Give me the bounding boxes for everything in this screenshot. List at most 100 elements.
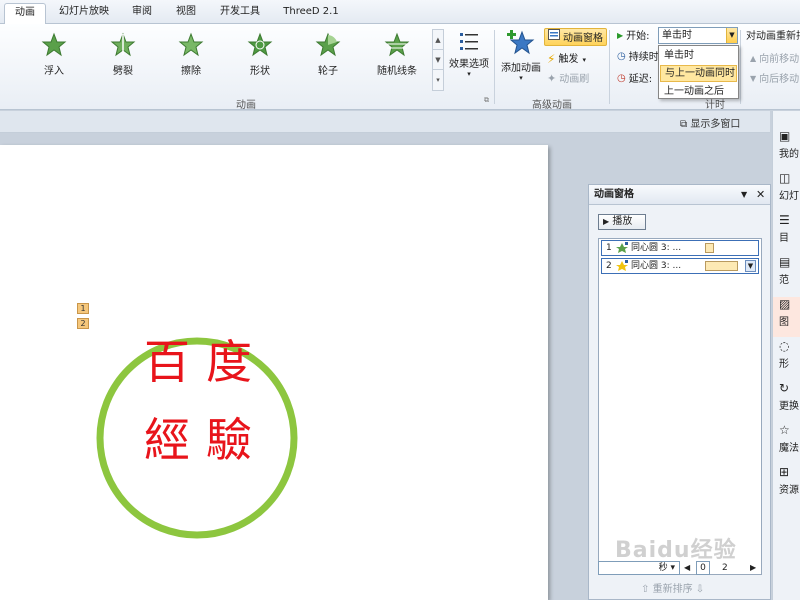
delay-label: ◷ 延迟: [617,70,652,88]
magic-icon: ☆ [779,423,790,437]
animation-pane-button[interactable]: 动画窗格 [544,28,607,46]
effect-shape[interactable]: 形状 [230,32,290,82]
add-animation-button[interactable]: 添加动画 ▾ [498,28,544,92]
watermark: Baidu经验 [615,538,737,563]
animation-list[interactable]: 1 同心圆 3: ... 2 同心圆 3: ... ▼ [598,238,762,575]
slide-icon: ◫ [779,171,791,185]
animation-pane-header: 动画窗格 ▼ ✕ [589,185,770,205]
effect-split[interactable]: 劈裂 [93,32,153,82]
timing-bar [705,261,738,271]
side-panel: ▣ 我的 ◫ 幻灯 ☰ 目 ▤ 范 ▨ 图 ◌ 形 ↻ 更换 ☆ 魔法 ⊞ 资源 [772,111,800,600]
side-item-magic[interactable]: ☆ 魔法 [773,423,800,463]
effect-float-in[interactable]: 浮入 [24,32,84,82]
chevron-down-icon[interactable]: ▼ [726,28,737,43]
start-option-with-previous[interactable]: 与上一动画同时 [660,65,737,82]
star-icon [178,32,204,57]
start-option-on-click[interactable]: 单击时 [660,47,737,64]
side-item-templates[interactable]: ▤ 范 [773,255,800,295]
duration-label: ◷ 持续时 [617,48,659,66]
shape-icon: ◌ [779,339,790,353]
window-icon: ⧉ [680,119,688,130]
chevron-down-icon[interactable]: ▼ [741,185,747,205]
animation-painter-label: 动画刷 [559,74,590,85]
animation-pane-icon [548,29,560,47]
effect-wheel[interactable]: 轮子 [298,32,358,82]
gallery-scrollbar[interactable]: ▲ ▼ ▾ [432,29,444,91]
side-item-resources[interactable]: ⊞ 资源 [773,465,800,505]
chevron-down-icon[interactable]: ▼ [745,260,756,272]
ribbon-tab-bar: 动画 幻灯片放映 审阅 视图 开发工具 ThreeD 2.1 [0,0,800,24]
start-dropdown-list: 单击时 与上一动画同时 上一动画之后 [658,45,739,99]
show-multi-window-button[interactable]: ⧉ 显示多窗口 [680,115,740,130]
chevron-down-icon: ▾ [467,70,471,78]
list-item[interactable]: 1 同心圆 3: ... [601,240,759,256]
group-separator [494,30,495,104]
side-item-shapes[interactable]: ◌ 形 [773,339,800,379]
image-icon: ▨ [779,297,791,311]
move-earlier-button[interactable]: ▲ 向前移动 [750,50,799,68]
chevron-down-icon: ▾ [582,56,586,64]
dialog-launcher-icon[interactable]: ⧉ [484,96,489,105]
effect-options-button[interactable]: 效果选项 ▾ [447,30,491,90]
seal-character: 經 [144,413,190,467]
start-label: ▶ 开始: [617,27,650,45]
gallery-more-icon[interactable]: ▾ [433,70,443,90]
side-item-replace[interactable]: ↻ 更换 [773,381,800,421]
close-icon[interactable]: ✕ [756,185,765,205]
chevron-right-icon[interactable]: ▶ [750,561,756,575]
animation-tag[interactable]: 1 [77,303,89,314]
trigger-button[interactable]: ⚡ 触发 ▾ [547,50,586,68]
triangle-down-icon: ▼ [750,74,757,83]
animation-painter-button[interactable]: ✦ 动画刷 [547,70,589,88]
tab-animation[interactable]: 动画 [4,3,46,24]
animation-tag[interactable]: 2 [77,318,89,329]
clock-icon: ◷ [617,51,626,62]
side-item-slides[interactable]: ◫ 幻灯 [773,171,800,211]
reorder-title: 对动画重新排 [746,31,800,42]
template-icon: ▤ [779,255,791,269]
refresh-icon: ↻ [779,381,790,395]
tab-review[interactable]: 审阅 [122,3,162,24]
tab-view[interactable]: 视图 [166,3,206,24]
effect-wipe[interactable]: 擦除 [161,32,221,82]
timing-bar [705,243,714,253]
side-item-mine[interactable]: ▣ 我的 [773,129,800,169]
list-item[interactable]: 2 同心圆 3: ... ▼ [601,258,759,274]
effect-label: 随机线条 [377,66,417,77]
effect-label: 形状 [250,66,270,77]
tab-threed[interactable]: ThreeD 2.1 [276,3,346,24]
effect-label: 擦除 [181,66,201,77]
effect-label: 浮入 [44,66,64,77]
chevron-down-icon[interactable]: ▼ [433,50,443,70]
star-icon [41,32,67,57]
trigger-label: 触发 [558,54,579,65]
play-icon: ▶ [617,31,624,40]
seal-ring[interactable] [96,337,298,539]
play-button[interactable]: ▶ 播放 [598,214,646,230]
tab-developer[interactable]: 开发工具 [210,3,270,24]
side-item-images[interactable]: ▨ 图 [773,297,800,337]
effect-options-label: 效果选项 [449,59,489,70]
lightning-icon: ⚡ [547,52,556,66]
start-dropdown[interactable]: 单击时 ▼ [658,27,738,44]
arrow-down-icon[interactable]: ⇩ [696,584,704,595]
list-icon [460,33,478,50]
seal-character: 驗 [206,413,252,467]
group-label-animation: 动画 [236,100,256,111]
arrow-up-icon[interactable]: ⇧ [641,584,649,595]
effect-random-bars[interactable]: 随机线条 [367,32,427,82]
chevron-up-icon[interactable]: ▲ [433,30,443,50]
star-icon [315,32,341,57]
triangle-up-icon: ▲ [750,54,757,63]
move-later-button[interactable]: ▼ 向后移动 [750,70,799,88]
start-option-after-previous[interactable]: 上一动画之后 [660,83,737,100]
grid-icon: ⊞ [779,465,790,479]
clock-icon: ◷ [617,73,626,84]
seal-character: 度 [206,335,252,389]
play-icon: ▶ [603,217,610,226]
slide-canvas[interactable]: 1 2 百 度 經 驗 [0,145,548,600]
animation-pane-title: 动画窗格 [594,189,634,200]
tab-slideshow[interactable]: 幻灯片放映 [52,3,116,24]
side-item-outline[interactable]: ☰ 目 [773,213,800,253]
reorder-row: ⇧ 重新排序 ⇩ [641,584,705,595]
